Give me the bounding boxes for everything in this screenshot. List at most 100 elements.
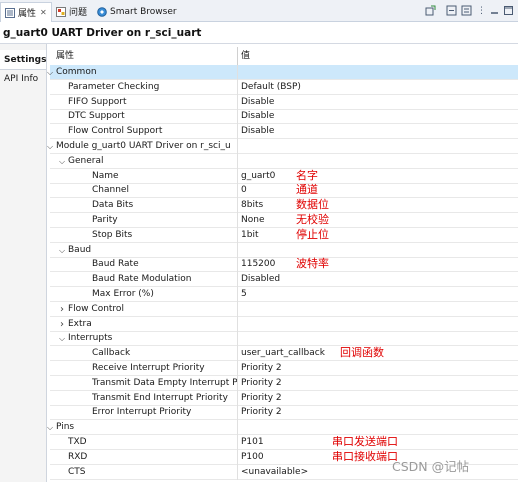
property-value[interactable]: Priority 2: [241, 361, 282, 376]
property-name: FIFO Support: [68, 96, 127, 107]
property-name: Baud Rate: [92, 259, 139, 270]
new-view-icon[interactable]: [445, 4, 458, 17]
property-row[interactable]: Parity None: [50, 213, 518, 228]
tab-smart-browser[interactable]: Smart Browser: [93, 2, 181, 21]
chevron-down-icon[interactable]: ⌵: [46, 139, 54, 154]
cell-divider: [237, 331, 238, 347]
tab-problems[interactable]: 问题: [52, 2, 91, 21]
property-value[interactable]: 8bits: [241, 198, 263, 213]
property-value[interactable]: Disable: [241, 95, 274, 110]
property-row[interactable]: ⌵ Module g_uart0 UART Driver on r_sci_u: [47, 139, 518, 154]
property-row[interactable]: Name g_uart0: [50, 168, 518, 184]
property-row[interactable]: Callback user_uart_callback: [50, 346, 518, 362]
chevron-down-icon[interactable]: ⌵: [46, 420, 54, 435]
chevron-down-icon[interactable]: ⌵: [58, 243, 66, 258]
property-value[interactable]: P100: [241, 450, 264, 465]
property-row[interactable]: Transmit End Interrupt Priority Priority …: [50, 390, 518, 406]
property-row[interactable]: FIFO Support Disable: [50, 94, 518, 110]
minimize-icon[interactable]: [488, 4, 501, 17]
property-value[interactable]: P101: [241, 435, 264, 450]
property-row[interactable]: Channel 0: [50, 183, 518, 199]
property-value[interactable]: Priority 2: [241, 391, 282, 406]
close-icon[interactable]: ✕: [40, 8, 47, 17]
property-row[interactable]: ⌵ General: [50, 153, 518, 169]
property-value[interactable]: None: [241, 213, 264, 228]
property-row[interactable]: Receive Interrupt Priority Priority 2: [50, 361, 518, 376]
watermark: CSDN @记帖: [392, 459, 470, 474]
property-value[interactable]: 5: [241, 287, 247, 302]
property-value[interactable]: Disabled: [241, 272, 280, 287]
nav-item-api-info[interactable]: API Info: [0, 69, 46, 89]
cell-divider: [237, 227, 238, 243]
property-row[interactable]: ⌵ Pins: [47, 420, 518, 436]
value-column-header[interactable]: 值: [241, 47, 250, 65]
property-name: DTC Support: [68, 111, 125, 122]
property-row[interactable]: ⌵ Interrupts: [50, 331, 518, 347]
property-name: Stop Bits: [92, 229, 133, 240]
cell-divider: [237, 272, 238, 288]
pin-view-icon[interactable]: [424, 4, 437, 17]
property-row[interactable]: Transmit Data Empty Interrupt Pri Priorit…: [50, 375, 518, 391]
chevron-right-icon[interactable]: ›: [58, 317, 66, 332]
property-row[interactable]: Flow Control Support Disable: [50, 124, 518, 140]
property-value[interactable]: 0: [241, 183, 247, 198]
property-value[interactable]: Priority 2: [241, 405, 282, 420]
tab-problems-label: 问题: [69, 8, 88, 18]
property-value[interactable]: g_uart0: [241, 169, 275, 184]
property-row[interactable]: Baud Rate 115200: [50, 257, 518, 273]
property-row[interactable]: › Flow Control: [50, 301, 518, 317]
maximize-icon[interactable]: [502, 4, 515, 17]
property-name: Flow Control Support: [68, 126, 163, 137]
chevron-right-icon[interactable]: ›: [58, 302, 66, 317]
problems-icon: [56, 6, 66, 17]
chevron-down-icon[interactable]: ⌵: [58, 331, 66, 346]
tab-smart-browser-label: Smart Browser: [110, 6, 177, 17]
property-row[interactable]: Parameter Checking Default (BSP): [50, 79, 518, 95]
cell-divider: [237, 346, 238, 362]
property-value[interactable]: user_uart_callback: [241, 346, 325, 361]
column-separator[interactable]: [237, 47, 238, 65]
tab-properties[interactable]: 属性 ✕: [0, 2, 52, 22]
property-row[interactable]: Baud Rate Modulation Disabled: [50, 272, 518, 288]
property-row[interactable]: Max Error (%) 5: [50, 287, 518, 302]
property-row[interactable]: DTC Support Disable: [50, 109, 518, 125]
property-value[interactable]: Disable: [241, 109, 274, 124]
property-row[interactable]: TXD P101: [50, 435, 518, 450]
property-value[interactable]: <unavailable>: [241, 465, 308, 480]
property-value[interactable]: Default (BSP): [241, 80, 301, 95]
cell-divider: [237, 301, 238, 317]
property-value[interactable]: 115200: [241, 257, 275, 272]
property-name: Extra: [68, 318, 92, 329]
property-name: Channel: [92, 185, 129, 196]
property-name: Flow Control: [68, 303, 124, 314]
property-row[interactable]: › Extra: [50, 316, 518, 332]
menu-icon[interactable]: ⋮: [475, 4, 488, 17]
cell-divider: [237, 213, 238, 228]
nav-item-settings[interactable]: Settings: [0, 50, 46, 70]
chevron-down-icon[interactable]: ⌵: [46, 65, 54, 80]
chevron-down-icon[interactable]: ⌵: [58, 154, 66, 169]
property-row[interactable]: Stop Bits 1bit: [50, 227, 518, 243]
collapse-icon[interactable]: [460, 4, 473, 17]
property-column-header[interactable]: 属性: [56, 47, 74, 65]
property-name: TXD: [68, 437, 87, 447]
cell-divider: [237, 242, 238, 258]
annotation-note: 串口发送端口: [332, 435, 398, 448]
property-value[interactable]: 1bit: [241, 228, 258, 243]
smart-browser-icon: [97, 6, 107, 17]
property-value[interactable]: Priority 2: [241, 376, 282, 391]
cell-divider: [237, 109, 238, 125]
annotation-note: 名字: [296, 168, 318, 182]
annotation-note: 回调函数: [340, 346, 384, 360]
property-row[interactable]: ⌵ Baud: [50, 242, 518, 258]
property-value[interactable]: Disable: [241, 124, 274, 139]
property-row[interactable]: Data Bits 8bits: [50, 198, 518, 214]
property-row[interactable]: ⌵ Common: [47, 65, 518, 80]
property-row[interactable]: Error Interrupt Priority Priority 2: [50, 405, 518, 421]
property-name: General: [68, 155, 104, 166]
property-name: CTS: [68, 466, 86, 477]
annotation-note: 波特率: [296, 257, 329, 271]
property-name: Callback: [92, 348, 131, 359]
cell-divider: [237, 375, 238, 391]
property-name: Max Error (%): [92, 289, 154, 299]
